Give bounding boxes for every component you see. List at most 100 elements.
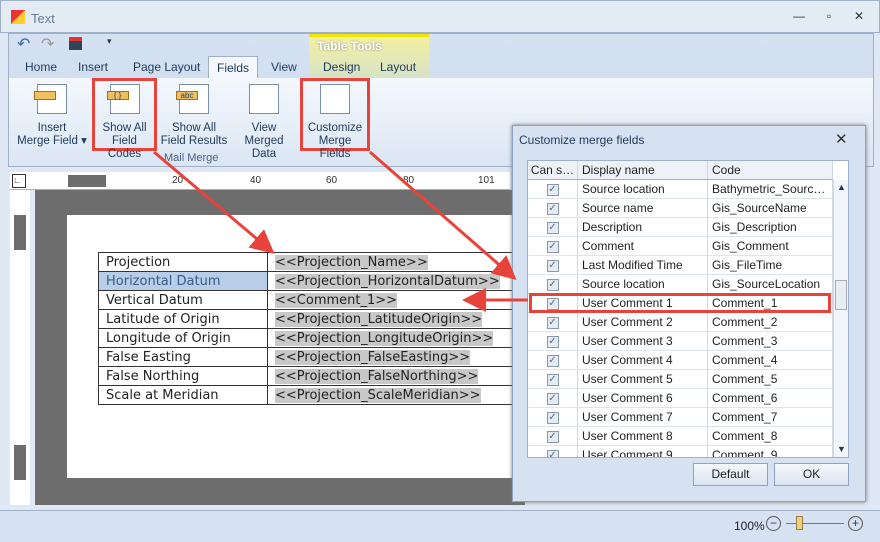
- checkbox-checked[interactable]: ✓: [546, 449, 559, 457]
- horizontal-ruler[interactable]: ∟ 20 40 60 80 101: [10, 172, 510, 190]
- scroll-thumb[interactable]: [835, 280, 847, 310]
- tab-layout[interactable]: Layout: [372, 56, 424, 78]
- grid-row[interactable]: ✓ Last Modified Time Gis_FileTime: [528, 256, 833, 275]
- row-label[interactable]: False Northing: [98, 366, 268, 386]
- row-label[interactable]: Projection: [98, 252, 268, 272]
- display-name-cell[interactable]: User Comment 2: [578, 313, 708, 331]
- code-cell[interactable]: Comment_9: [708, 446, 833, 457]
- code-cell[interactable]: Gis_Description: [708, 218, 833, 236]
- display-name-cell[interactable]: User Comment 5: [578, 370, 708, 388]
- display-name-cell[interactable]: User Comment 4: [578, 351, 708, 369]
- checkbox-checked[interactable]: ✓: [546, 354, 559, 367]
- merge-field[interactable]: <<Comment_1>>: [275, 292, 398, 308]
- can-show-cell[interactable]: ✓: [528, 313, 578, 331]
- row-label[interactable]: Longitude of Origin: [98, 328, 268, 348]
- maximize-button[interactable]: ▫: [821, 9, 837, 23]
- scroll-up-arrow[interactable]: ▲: [837, 182, 846, 192]
- checkbox-checked[interactable]: ✓: [546, 183, 559, 196]
- grid-row[interactable]: ✓ User Comment 3 Comment_3: [528, 332, 833, 351]
- grid-row[interactable]: ✓ Description Gis_Description: [528, 218, 833, 237]
- code-cell[interactable]: Gis_SourceLocation: [708, 275, 833, 293]
- dialog-close-button[interactable]: ✕: [835, 130, 848, 148]
- redo-icon[interactable]: ↷: [41, 34, 54, 54]
- insert-merge-field-button[interactable]: Insert Merge Field ▾: [13, 82, 91, 148]
- grid-row[interactable]: ✓ User Comment 4 Comment_4: [528, 351, 833, 370]
- checkbox-checked[interactable]: ✓: [546, 278, 559, 291]
- tab-insert[interactable]: Insert: [70, 56, 116, 78]
- grid-row[interactable]: ✓ User Comment 2 Comment_2: [528, 313, 833, 332]
- zoom-in-button[interactable]: +: [848, 516, 863, 531]
- checkbox-checked[interactable]: ✓: [546, 430, 559, 443]
- display-name-cell[interactable]: User Comment 6: [578, 389, 708, 407]
- checkbox-checked[interactable]: ✓: [546, 335, 559, 348]
- code-cell[interactable]: Comment_7: [708, 408, 833, 426]
- merge-field[interactable]: <<Projection_LongitudeOrigin>>: [275, 330, 494, 346]
- merge-field[interactable]: <<Projection_FalseEasting>>: [275, 349, 471, 365]
- display-name-cell[interactable]: Source location: [578, 180, 708, 198]
- grid-row[interactable]: ✓ User Comment 8 Comment_8: [528, 427, 833, 446]
- grid-row[interactable]: ✓ User Comment 9 Comment_9: [528, 446, 833, 457]
- tab-page-layout[interactable]: Page Layout: [125, 56, 208, 78]
- show-all-field-results-button[interactable]: abc Show All Field Results: [159, 82, 229, 148]
- can-show-cell[interactable]: ✓: [528, 256, 578, 274]
- merge-field[interactable]: <<Projection_FalseNorthing>>: [275, 368, 479, 384]
- column-header-can-show[interactable]: Can s…: [528, 161, 578, 179]
- minimize-button[interactable]: —: [791, 9, 807, 23]
- customize-merge-fields-button[interactable]: Customize Merge Fields: [300, 78, 370, 160]
- can-show-cell[interactable]: ✓: [528, 389, 578, 407]
- grid-row[interactable]: ✓ Source location Bathymetric_SourceL…: [528, 180, 833, 199]
- checkbox-checked[interactable]: ✓: [546, 392, 559, 405]
- display-name-cell[interactable]: User Comment 3: [578, 332, 708, 350]
- undo-icon[interactable]: ↶: [17, 34, 30, 54]
- grid-row[interactable]: ✓ User Comment 5 Comment_5: [528, 370, 833, 389]
- display-name-cell[interactable]: Source name: [578, 199, 708, 217]
- code-cell[interactable]: Comment_3: [708, 332, 833, 350]
- column-header-display-name[interactable]: Display name: [578, 161, 708, 179]
- row-label[interactable]: Vertical Datum: [98, 290, 268, 310]
- default-button[interactable]: Default: [693, 463, 768, 486]
- checkbox-checked[interactable]: ✓: [546, 316, 559, 329]
- grid-row[interactable]: ✓ Source name Gis_SourceName: [528, 199, 833, 218]
- grid-row[interactable]: ✓ User Comment 7 Comment_7: [528, 408, 833, 427]
- merge-field[interactable]: <<Projection_HorizontalDatum>>: [275, 273, 500, 289]
- show-all-field-codes-button[interactable]: { } Show All Field Codes: [92, 78, 157, 160]
- can-show-cell[interactable]: ✓: [528, 180, 578, 198]
- merge-field[interactable]: <<Projection_ScaleMeridian>>: [275, 387, 481, 403]
- row-label[interactable]: Scale at Meridian: [98, 385, 268, 405]
- row-label[interactable]: Latitude of Origin: [98, 309, 268, 329]
- scroll-down-arrow[interactable]: ▼: [837, 444, 846, 454]
- vertical-ruler[interactable]: [10, 190, 30, 505]
- grid-row[interactable]: ✓ Source location Gis_SourceLocation: [528, 275, 833, 294]
- ok-button[interactable]: OK: [774, 463, 849, 486]
- grid-scrollbar[interactable]: ▲ ▼: [833, 180, 848, 457]
- tab-fields[interactable]: Fields: [208, 56, 259, 78]
- checkbox-checked[interactable]: ✓: [546, 221, 559, 234]
- close-button[interactable]: ✕: [851, 9, 867, 23]
- row-label[interactable]: False Easting: [98, 347, 268, 367]
- save-icon[interactable]: [69, 37, 82, 50]
- can-show-cell[interactable]: ✓: [528, 332, 578, 350]
- code-cell[interactable]: Gis_SourceName: [708, 199, 833, 217]
- merge-field[interactable]: <<Projection_Name>>: [275, 254, 428, 270]
- tab-home[interactable]: Home: [17, 56, 65, 78]
- checkbox-checked[interactable]: ✓: [546, 373, 559, 386]
- tab-view[interactable]: View: [263, 56, 305, 78]
- can-show-cell[interactable]: ✓: [528, 351, 578, 369]
- code-cell[interactable]: Gis_FileTime: [708, 256, 833, 274]
- checkbox-checked[interactable]: ✓: [546, 240, 559, 253]
- zoom-out-button[interactable]: −: [766, 516, 781, 531]
- display-name-cell[interactable]: Last Modified Time: [578, 256, 708, 274]
- display-name-cell[interactable]: Source location: [578, 275, 708, 293]
- display-name-cell[interactable]: Description: [578, 218, 708, 236]
- code-cell[interactable]: Comment_4: [708, 351, 833, 369]
- customize-toolbar-icon[interactable]: ▾: [107, 36, 112, 47]
- column-header-code[interactable]: Code: [708, 161, 833, 179]
- grid-row[interactable]: ✓ User Comment 6 Comment_6: [528, 389, 833, 408]
- checkbox-checked[interactable]: ✓: [546, 259, 559, 272]
- can-show-cell[interactable]: ✓: [528, 275, 578, 293]
- tab-design[interactable]: Design: [315, 56, 368, 78]
- checkbox-checked[interactable]: ✓: [546, 202, 559, 215]
- display-name-cell[interactable]: User Comment 7: [578, 408, 708, 426]
- tab-stop-selector[interactable]: ∟: [12, 174, 26, 188]
- code-cell[interactable]: Comment_6: [708, 389, 833, 407]
